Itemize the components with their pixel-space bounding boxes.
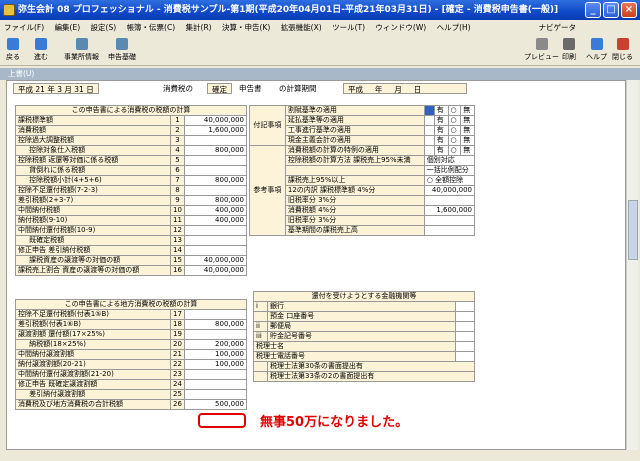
forward-icon (35, 38, 47, 50)
table-row: 中間納付税額 10 400,000 (15, 205, 247, 216)
menu-file[interactable]: ファイル(F) (0, 20, 48, 36)
doc-state[interactable]: 確定 (207, 83, 232, 94)
appended-items-table: 付記事項 割賦基準の適用有 ○ 無 延払基準等の適用有 ○ 無 工事進行基準の適用有 ○ 無 … (249, 105, 476, 236)
table-row: 課税標準額 1 40,000,000 (15, 115, 247, 126)
back-button[interactable]: 戻る (6, 38, 20, 62)
biz-info-button[interactable]: 事業所情報 (64, 38, 99, 62)
table-row: 控除不足還付税額(7-2-3) 8 (15, 185, 247, 196)
table-row: 中間納付譲渡割額 21 100,000 (15, 349, 247, 360)
table-row: 納付譲渡割額(20-21) 22 100,000 (15, 359, 247, 370)
table-row: 修正申告 差引納付税額 14 (15, 245, 247, 256)
table-row: 差引税額(付表1⑥B) 18 800,000 (15, 319, 247, 330)
highlight-total-box (198, 413, 246, 428)
close-icon (616, 38, 629, 50)
table-row: 付記事項 割賦基準の適用有 ○ 無 (249, 105, 475, 146)
preview-icon (535, 38, 548, 50)
interim-label: の計算期間 (279, 84, 317, 93)
table-row: 消費税額 2 1,600,000 (15, 125, 247, 136)
menu-summary[interactable]: 集計(R) (182, 20, 216, 36)
table-row: i 銀行 (253, 301, 476, 312)
menu-help[interactable]: ヘルプ(H) (433, 20, 475, 36)
document-icon (116, 38, 128, 50)
table-row: 控除過大調整税額 3 (15, 135, 247, 146)
declare-basis-button[interactable]: 申告基礎 (108, 38, 136, 62)
menu-edit[interactable]: 編集(E) (51, 20, 85, 36)
help-icon (590, 38, 603, 50)
menu-extensions[interactable]: 拡張機能(X) (277, 20, 326, 36)
table-row: ii 郵便局 (253, 321, 476, 332)
menu-books[interactable]: 帳簿・伝票(C) (123, 20, 180, 36)
section-title: この申告書による地方消費税の税額の計算 (15, 299, 247, 310)
window-title-bar: 弥生会計 08 プロフェッショナル - 消費税サンプル-第1期(平成20年04月… (0, 0, 640, 20)
window-title: 弥生会計 08 プロフェッショナル - 消費税サンプル-第1期(平成20年04月… (18, 5, 559, 15)
table-row: 中間納付還付税額(10-9) 12 (15, 225, 247, 236)
office-icon (75, 38, 88, 50)
print-button[interactable]: 印刷 (562, 38, 576, 62)
overwrite-tab[interactable]: 上書(U) (0, 68, 640, 80)
doc-type: 申告書 (239, 84, 262, 93)
period-to: 平成 年 月 日 (343, 83, 467, 94)
table-row: 消費税及び地方消費税の合計税額 26 500,000 (15, 399, 247, 410)
toolbar: 戻る 進む 事業所情報 申告基礎 プレビュー 印刷 ヘルプ 閉じる (0, 36, 640, 66)
table-row: 譲渡割額 還付額(17×25%) 19 (15, 329, 247, 340)
back-icon (7, 38, 19, 50)
table-row: 税理士電話番号 (253, 351, 476, 362)
vertical-scrollbar[interactable] (626, 80, 638, 450)
declaration-form: 平成 21 年 3 月 31 日 消費税の 確定 申告書 の計算期間 平成 年 … (6, 80, 626, 450)
table-row: 納税額(18×25%) 20 200,000 (15, 339, 247, 350)
printer-icon (563, 38, 575, 50)
maximize-button[interactable]: □ (603, 2, 619, 18)
table-row: 控除税額小計(4+5+6) 7 800,000 (15, 175, 247, 186)
app-icon (3, 4, 15, 16)
menu-window[interactable]: ウィンドウ(W) (371, 20, 430, 36)
table-row: 既確定税額 13 (15, 235, 247, 246)
table-row: 差引税額(2+3-7) 9 800,000 (15, 195, 247, 206)
table-row: 税理士法第33条の2の書面提出有 (253, 371, 475, 382)
status-bar (0, 450, 640, 461)
menu-tools[interactable]: ツール(T) (328, 20, 369, 36)
help-button[interactable]: ヘルプ (586, 38, 607, 62)
table-row: 課税売上割合 資産の譲渡等の対価の額 16 40,000,000 (15, 265, 247, 276)
navigator-button[interactable]: ナビゲータ (535, 20, 581, 36)
scroll-thumb[interactable] (628, 200, 638, 260)
consumption-tax-table: この申告書による消費税の税額の計算 課税標準額 1 40,000,000 消費税額 2… (15, 105, 247, 276)
table-row: 修正申告 既確定譲渡割額 24 (15, 379, 247, 390)
refund-bank-table: 還付を受けようとする金融機関等 i 銀行 預金 口座番号 ii 郵便局 iii 貯金記… (253, 291, 476, 382)
table-row: 控除税額 返還等対価に係る税額 5 (15, 155, 247, 166)
local-tax-table: この申告書による地方消費税の税額の計算 控除不足還付税額(付表1⑤B) 17 差引… (15, 299, 247, 410)
table-row: 納付税額(9-10) 11 400,000 (15, 215, 247, 226)
table-row: 控除対象仕入税額 4 800,000 (15, 145, 247, 156)
forward-button[interactable]: 進む (34, 38, 48, 62)
menu-settings[interactable]: 設定(S) (87, 20, 121, 36)
table-row: iii 貯金記号番号 (253, 331, 476, 342)
minimize-button[interactable]: _ (585, 2, 601, 18)
period-from: 平成 21 年 3 月 31 日 (13, 83, 99, 94)
table-row: 税理士法第30条の書面提出有 (253, 361, 475, 372)
menu-closing[interactable]: 決算・申告(K) (218, 20, 274, 36)
close-doc-button[interactable]: 閉じる (612, 38, 633, 62)
menu-bar: ファイル(F) 編集(E) 設定(S) 帳簿・伝票(C) 集計(R) 決算・申告… (0, 20, 640, 36)
table-row: 預金 口座番号 (253, 311, 476, 322)
annotation-text: 無事50万になりました。 (260, 415, 409, 430)
table-row: 税理士名 (253, 341, 476, 352)
preview-button[interactable]: プレビュー (524, 38, 559, 62)
table-row: 差引納付譲渡割額 25 (15, 389, 247, 400)
section-title: この申告書による消費税の税額の計算 (15, 105, 247, 116)
table-row: 控除不足還付税額(付表1⑤B) 17 (15, 309, 247, 320)
table-row: 課税資産の譲渡等の対価の額 15 40,000,000 (15, 255, 247, 266)
table-row: 参考事項 消費税額の計算の特例の適用有 ○ 無 (249, 145, 475, 236)
table-row: 中間納付還付譲渡割額(21-20) 23 (15, 369, 247, 380)
table-row: 貸倒れに係る税額 6 (15, 165, 247, 176)
close-button[interactable]: × (621, 2, 637, 18)
doc-name: 消費税の (163, 84, 193, 93)
